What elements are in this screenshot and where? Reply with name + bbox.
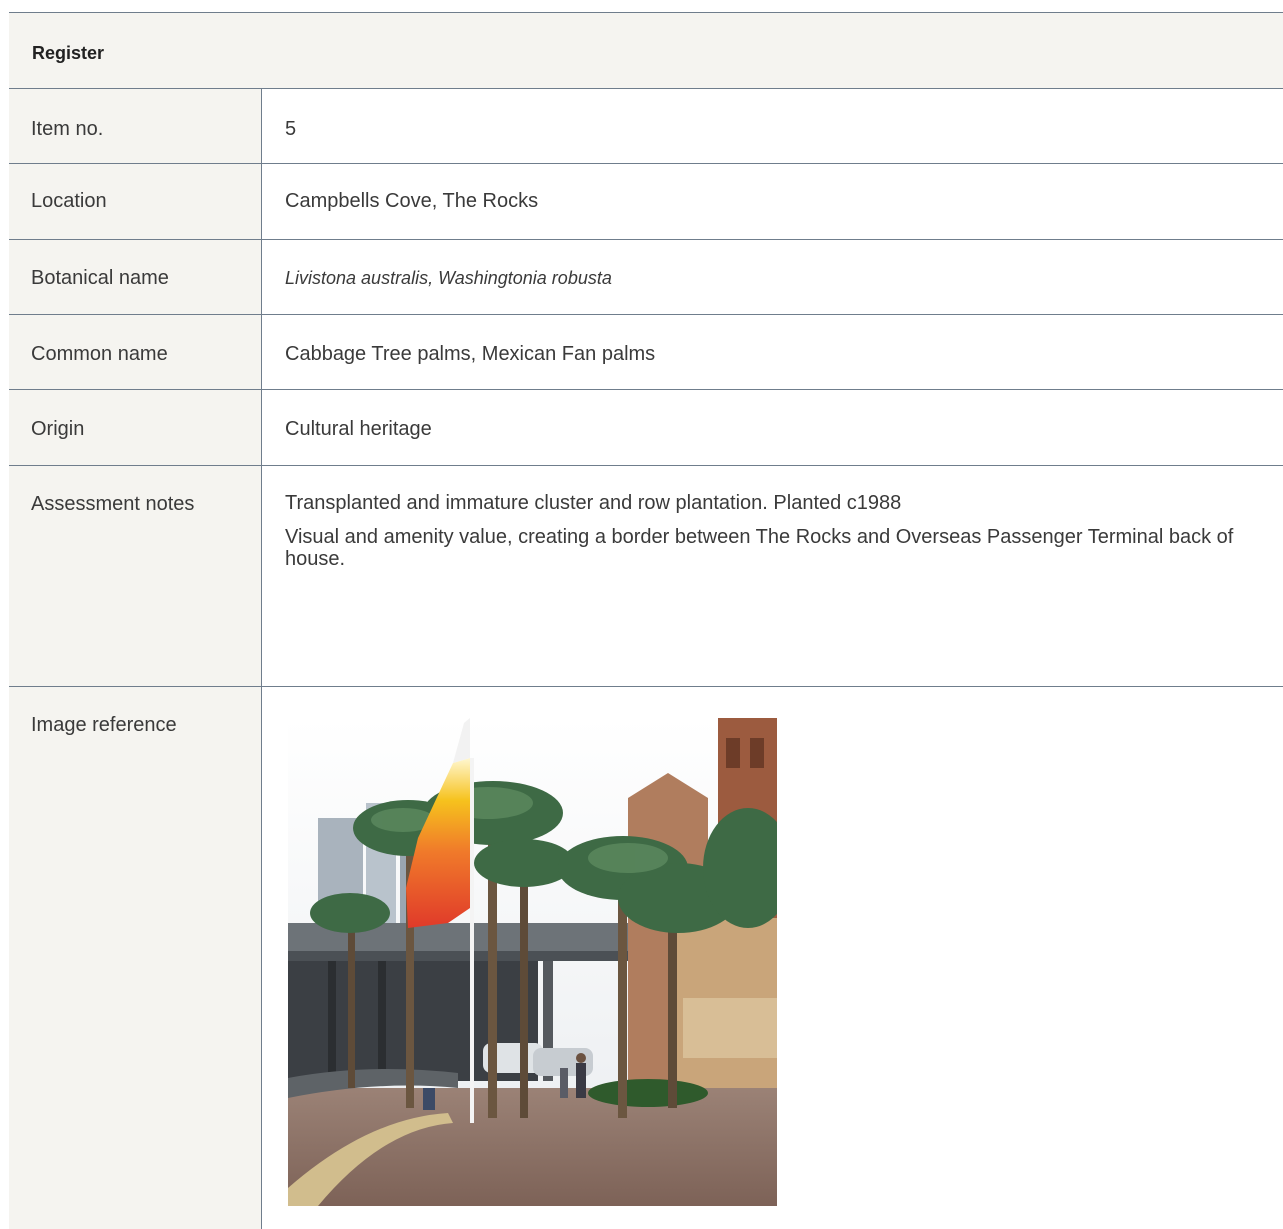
botanical-name-label: Botanical name	[9, 240, 261, 314]
botanical-name-value: Livistona australis, Washingtonia robust…	[262, 240, 1283, 314]
item-no-value: 5	[262, 89, 1283, 163]
location-value: Campbells Cove, The Rocks	[262, 164, 1283, 239]
register-table: Register Item no. 5 Location Campbells C…	[0, 0, 1283, 1229]
palm-trees-photo	[288, 718, 777, 1206]
origin-label: Origin	[9, 390, 261, 465]
image-reference-label: Image reference	[9, 687, 261, 1229]
assessment-note: Transplanted and immature cluster and ro…	[285, 492, 902, 514]
assessment-note: Visual and amenity value, creating a bor…	[285, 526, 1234, 570]
common-name-value: Cabbage Tree palms, Mexican Fan palms	[262, 315, 1283, 389]
common-name-label: Common name	[9, 315, 261, 389]
column-divider	[261, 89, 262, 1229]
location-label: Location	[9, 164, 261, 239]
item-no-label: Item no.	[9, 89, 261, 163]
register-heading: Register	[9, 13, 1283, 88]
assessment-notes-value: Transplanted and immature cluster and ro…	[262, 466, 1283, 686]
origin-value: Cultural heritage	[262, 390, 1283, 465]
assessment-notes-label: Assessment notes	[9, 466, 261, 686]
